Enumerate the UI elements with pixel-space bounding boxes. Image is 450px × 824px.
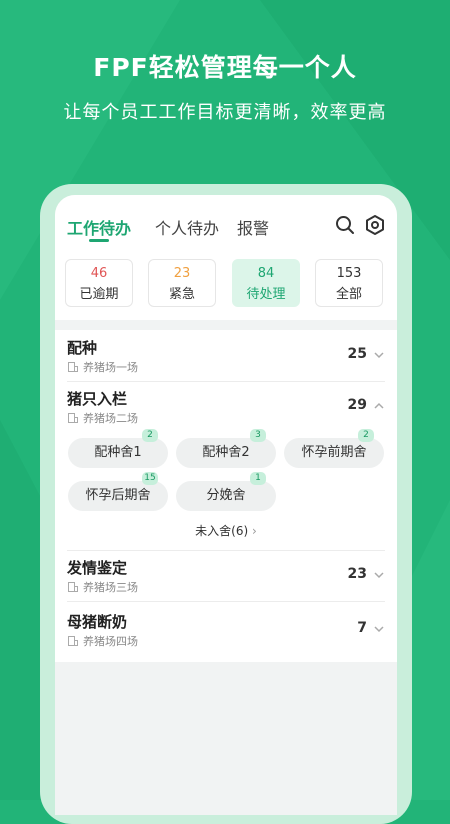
building-icon bbox=[68, 636, 78, 646]
task-farm: 养猪场四场 bbox=[67, 633, 138, 649]
divider bbox=[67, 601, 385, 602]
active-tab-indicator bbox=[89, 239, 109, 242]
chip-badge: 1 bbox=[250, 472, 266, 485]
chip-label: 怀孕后期舍 bbox=[85, 488, 151, 503]
tab-bar: 工作待办 个人待办 报警 bbox=[67, 215, 367, 245]
task-farm-label: 养猪场四场 bbox=[83, 635, 138, 648]
hero-subtitle: 让每个员工工作目标更清晰，效率更高 bbox=[63, 102, 387, 123]
task-title: 配种 bbox=[67, 339, 98, 357]
divider bbox=[67, 550, 385, 551]
chevron-down-icon bbox=[374, 352, 384, 359]
stat-value: 23 bbox=[173, 266, 191, 281]
chevron-down-icon bbox=[374, 572, 384, 579]
tab-work-todo[interactable]: 工作待办 bbox=[67, 215, 131, 239]
search-icon[interactable] bbox=[333, 213, 357, 237]
chip-badge: 3 bbox=[250, 429, 266, 442]
divider bbox=[67, 381, 385, 382]
task-count: 23 bbox=[347, 566, 367, 582]
task-farm-label: 养猪场一场 bbox=[83, 361, 138, 374]
stat-pending[interactable]: 84 待处理 bbox=[232, 259, 300, 307]
task-title: 猪只入栏 bbox=[67, 390, 128, 408]
settings-icon[interactable] bbox=[363, 213, 387, 237]
chip-badge: 2 bbox=[142, 429, 158, 442]
building-icon bbox=[68, 413, 78, 423]
stat-urgent[interactable]: 23 紧急 bbox=[148, 259, 216, 307]
stat-label: 紧急 bbox=[168, 287, 195, 302]
stat-label: 全部 bbox=[335, 287, 362, 302]
chevron-right-icon: › bbox=[252, 524, 257, 538]
chip-label: 怀孕前期舍 bbox=[301, 445, 367, 460]
task-farm-label: 养猪场二场 bbox=[83, 412, 138, 425]
chip-badge: 15 bbox=[142, 472, 158, 485]
tab-alarm[interactable]: 报警 bbox=[237, 215, 269, 239]
chip-breeding-house-2[interactable]: 配种舍2 3 bbox=[176, 429, 276, 468]
chip-late-pregnancy[interactable]: 怀孕后期舍 15 bbox=[68, 472, 168, 511]
tab-personal-todo[interactable]: 个人待办 bbox=[155, 215, 219, 239]
chip-early-pregnancy[interactable]: 怀孕前期舍 2 bbox=[284, 429, 384, 468]
stat-label: 待处理 bbox=[246, 287, 286, 302]
chevron-down-icon bbox=[374, 626, 384, 633]
task-farm: 养猪场一场 bbox=[67, 359, 138, 375]
not-housed-link[interactable]: 未入舍(6) › bbox=[55, 522, 397, 539]
task-count: 29 bbox=[347, 397, 367, 413]
building-icon bbox=[68, 582, 78, 592]
not-housed-label: 未入舍(6) bbox=[195, 524, 249, 538]
building-icon bbox=[68, 362, 78, 372]
stat-value: 46 bbox=[90, 266, 108, 281]
stat-value: 153 bbox=[336, 266, 362, 281]
task-list: 配种 养猪场一场 25 猪只入栏 养猪场二场 29 配种舍1 2 配种舍2 3 bbox=[55, 330, 397, 662]
chip-breeding-house-1[interactable]: 配种舍1 2 bbox=[68, 429, 168, 468]
chip-label: 配种舍1 bbox=[94, 445, 142, 460]
stat-all[interactable]: 153 全部 bbox=[315, 259, 383, 307]
chip-label: 配种舍2 bbox=[202, 445, 250, 460]
task-farm: 养猪场三场 bbox=[67, 579, 138, 595]
task-title: 母猪断奶 bbox=[67, 613, 128, 631]
task-farm: 养猪场二场 bbox=[67, 410, 138, 426]
task-title: 发情鉴定 bbox=[67, 559, 128, 577]
header-card: 工作待办 个人待办 报警 46 已逾期 23 紧急 84 待处理 153 全部 bbox=[55, 195, 397, 320]
chip-farrowing[interactable]: 分娩舍 1 bbox=[176, 472, 276, 511]
stat-value: 84 bbox=[257, 266, 275, 281]
chevron-up-icon bbox=[374, 402, 384, 409]
task-farm-label: 养猪场三场 bbox=[83, 581, 138, 594]
stat-overdue[interactable]: 46 已逾期 bbox=[65, 259, 133, 307]
task-count: 7 bbox=[357, 620, 367, 636]
chip-label: 分娩舍 bbox=[206, 488, 246, 503]
stat-label: 已逾期 bbox=[79, 287, 119, 302]
chip-badge: 2 bbox=[358, 429, 374, 442]
app-screen: 工作待办 个人待办 报警 46 已逾期 23 紧急 84 待处理 153 全部 … bbox=[55, 195, 397, 815]
hero-title: FPF轻松管理每一个人 bbox=[93, 53, 357, 82]
task-count: 25 bbox=[347, 346, 367, 362]
